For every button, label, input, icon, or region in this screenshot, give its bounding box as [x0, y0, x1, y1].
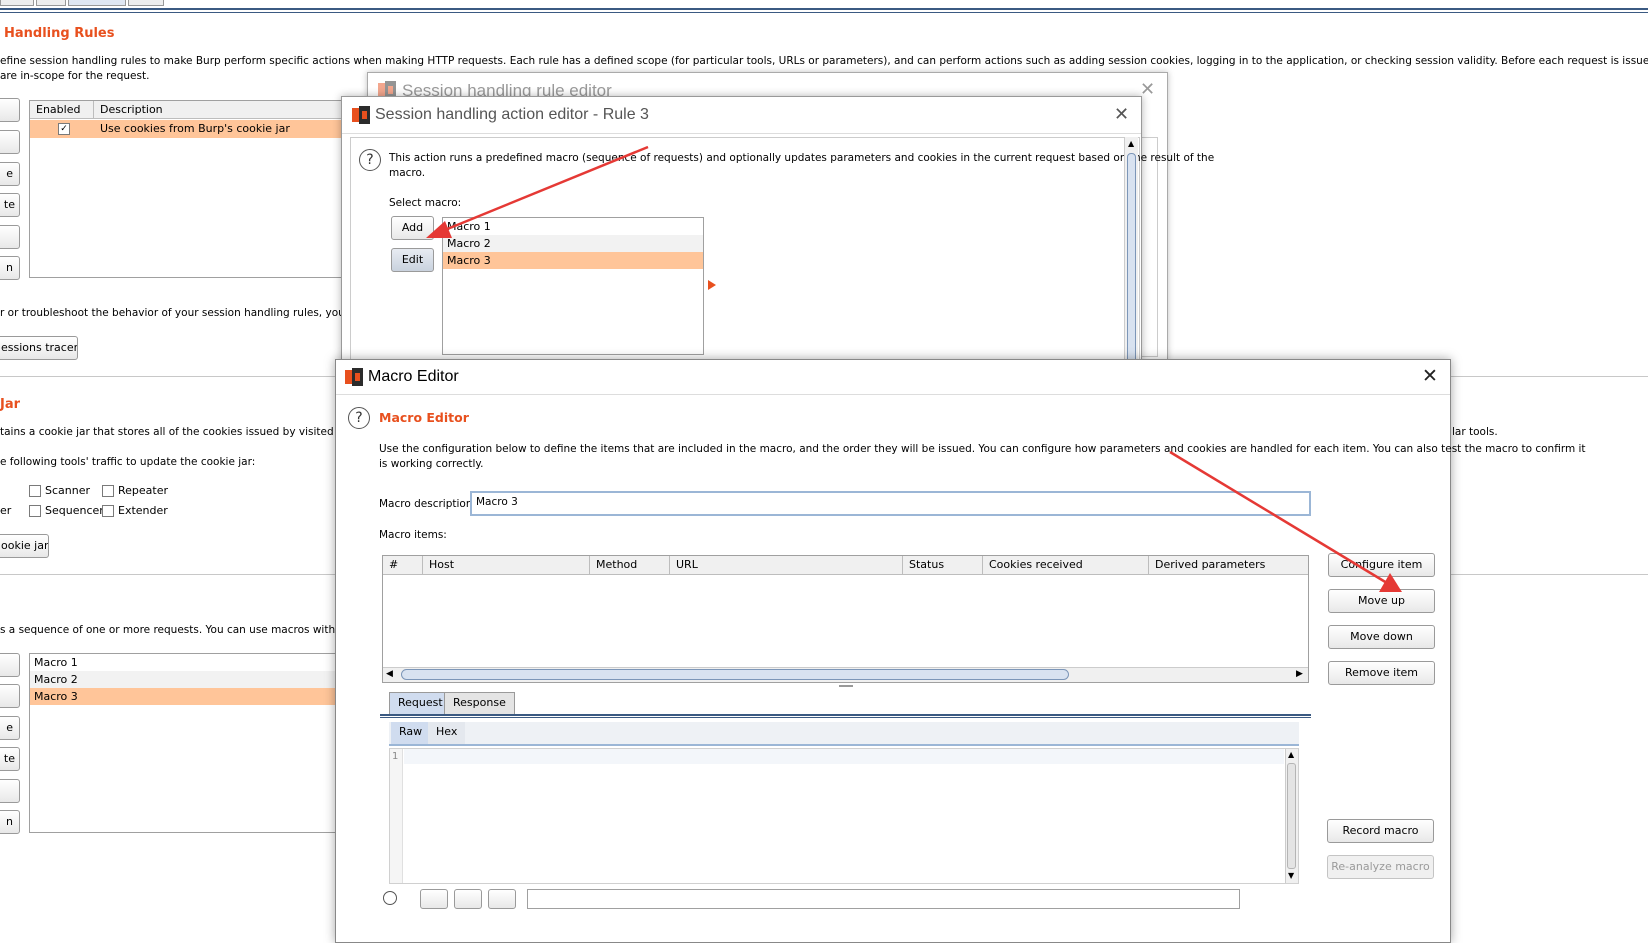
arrow-to-add-button: [426, 145, 649, 238]
annotation-arrows: [426, 145, 1402, 592]
arrow-to-configure-item: [1169, 450, 1402, 592]
